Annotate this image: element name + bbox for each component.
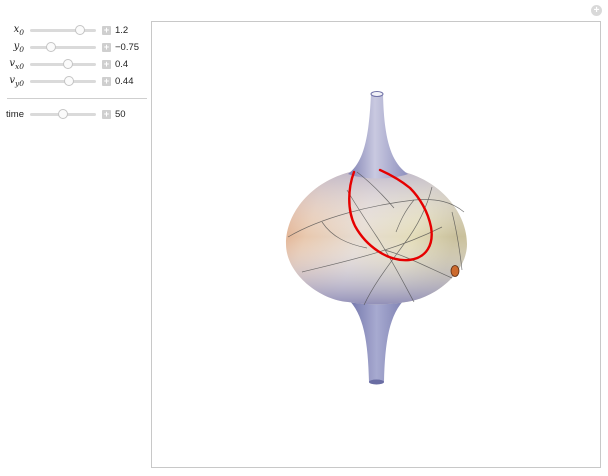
upper-spike-tip: [370, 91, 384, 97]
separator: [7, 98, 147, 99]
control-vx0: vx0 + 0.4: [0, 56, 148, 73]
plot-area[interactable]: [151, 21, 601, 468]
control-label-x0: x0: [13, 24, 24, 37]
plus-square-icon[interactable]: +: [102, 77, 111, 86]
marker-dot: [450, 265, 460, 277]
control-time: time + 50: [0, 106, 148, 123]
plus-square-icon[interactable]: +: [102, 60, 111, 69]
control-value-vx0: 0.4: [115, 59, 129, 70]
slider-thumb[interactable]: [46, 42, 57, 52]
control-value-time: 50: [115, 109, 126, 120]
plus-square-icon[interactable]: +: [102, 110, 111, 119]
slider-thumb[interactable]: [74, 25, 85, 35]
upper-spike: [348, 94, 408, 179]
plus-square-icon[interactable]: +: [102, 26, 111, 35]
lower-spike-tip: [369, 379, 384, 385]
controls-panel: x0 + 1.2 y0 + −0.75 vx0 + 0.4 vy0 + 0.44…: [0, 22, 148, 123]
control-label-y0: y0: [13, 41, 24, 54]
control-label-vy0: vy0: [9, 75, 24, 88]
control-y0: y0 + −0.75: [0, 39, 148, 56]
slider-thumb[interactable]: [63, 76, 74, 86]
control-value-x0: 1.2: [115, 25, 129, 36]
surface-graphic[interactable]: [152, 22, 601, 468]
slider-vy0[interactable]: [30, 76, 96, 86]
control-label-vx0: vx0: [9, 58, 24, 71]
plus-circle-icon[interactable]: +: [591, 5, 602, 16]
slider-vx0[interactable]: [30, 59, 96, 69]
plus-square-icon[interactable]: +: [102, 43, 111, 52]
control-value-vy0: 0.44: [115, 76, 134, 87]
control-value-y0: −0.75: [115, 42, 140, 53]
slider-y0[interactable]: [30, 42, 96, 52]
lower-spike: [347, 298, 406, 382]
slider-thumb[interactable]: [63, 59, 74, 69]
control-label-time: time: [6, 109, 24, 120]
control-x0: x0 + 1.2: [0, 22, 148, 39]
slider-time[interactable]: [30, 109, 96, 119]
slider-x0[interactable]: [30, 25, 96, 35]
control-vy0: vy0 + 0.44: [0, 73, 148, 90]
slider-thumb[interactable]: [58, 109, 68, 119]
manipulate-panel: + x0 + 1.2 y0 + −0.75 vx0 + 0.4 vy0 + 0.…: [0, 0, 608, 476]
